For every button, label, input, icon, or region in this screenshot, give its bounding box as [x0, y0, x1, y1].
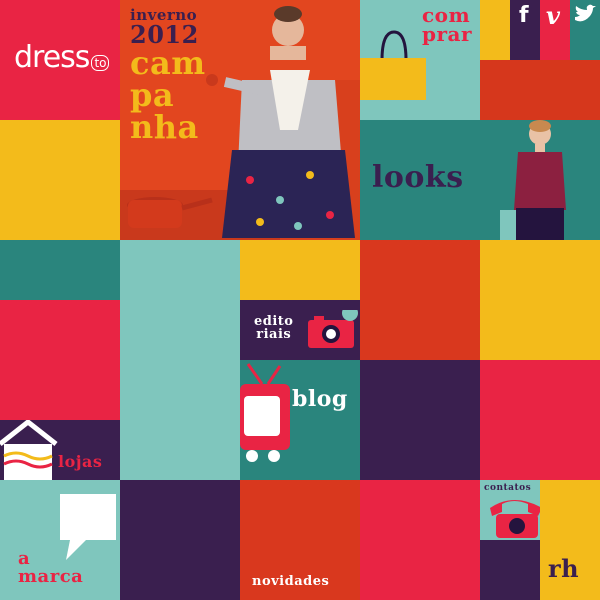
vimeo-icon: v: [546, 1, 560, 30]
contatos-label: contatos: [484, 483, 532, 493]
rh-label: rh: [548, 554, 580, 583]
campaign-word-2: pa: [130, 76, 175, 114]
a-marca-line-2: marca: [18, 566, 84, 587]
editoriais-tile[interactable]: edito riais: [240, 300, 360, 360]
editoriais-label: edito riais: [254, 315, 293, 341]
tile-r2-c5: [480, 60, 600, 120]
tile-r5-c4: [360, 480, 480, 600]
novidades-label: novidades: [252, 574, 330, 589]
lojas-label: lojas: [58, 452, 103, 471]
novidades-tile[interactable]: novidades: [240, 480, 360, 600]
looks-tile[interactable]: looks: [360, 120, 600, 240]
tv-icon: [240, 363, 290, 462]
social-spacer: [480, 0, 510, 60]
vimeo-link[interactable]: v: [540, 0, 570, 60]
campaign-word-3: nha: [130, 108, 199, 146]
looks-label: looks: [372, 160, 464, 195]
contatos-tile[interactable]: contatos: [480, 480, 540, 540]
shopping-bag-icon: [360, 30, 426, 100]
blog-label: blog: [292, 386, 348, 412]
campaign-word-1: cam: [130, 44, 206, 82]
telephone-icon: [490, 500, 540, 538]
camera-icon: [308, 310, 358, 348]
twitter-link[interactable]: [570, 0, 600, 60]
lojas-tile[interactable]: lojas: [0, 420, 120, 480]
a-marca-label: a marca: [18, 550, 83, 586]
rh-tile[interactable]: rh: [540, 540, 600, 600]
tile-r6-c5a: [480, 540, 540, 600]
editoriais-line-2: riais: [256, 327, 292, 342]
brand-suffix: to: [91, 54, 110, 71]
looks-photo: [500, 120, 566, 240]
campaign-title: inverno 2012 cam pa nha: [130, 8, 230, 146]
brand-logo: dress to: [14, 40, 110, 75]
twitter-icon: [575, 4, 596, 22]
facebook-link[interactable]: f: [510, 0, 540, 60]
tile-r5-c5a: [540, 480, 600, 540]
tile-r3-c2: [120, 240, 240, 480]
tile-r2-c1: [0, 120, 120, 240]
tile-r3-c1b: [0, 300, 120, 420]
campaign-tile[interactable]: inverno 2012 cam pa nha: [120, 0, 360, 240]
tile-r3-c1: [0, 240, 120, 300]
mosaic-grid: dress to inverno 2012 cam pa nha com pra…: [0, 0, 600, 600]
a-marca-tile[interactable]: a marca: [0, 480, 120, 600]
house-icon: [0, 420, 58, 480]
tile-r3-c3: [240, 240, 360, 300]
blog-tile[interactable]: blog: [240, 360, 360, 480]
tile-r4-c5: [480, 360, 600, 480]
tile-r5-c2: [120, 480, 240, 600]
comprar-tile[interactable]: com prar: [360, 0, 480, 120]
logo-tile[interactable]: dress to: [0, 0, 120, 120]
tile-r3-c4: [360, 240, 480, 360]
facebook-icon: f: [519, 3, 529, 28]
tile-r4-c4: [360, 360, 480, 480]
brand-name: dress: [14, 40, 90, 75]
tile-r3-c5: [480, 240, 600, 360]
